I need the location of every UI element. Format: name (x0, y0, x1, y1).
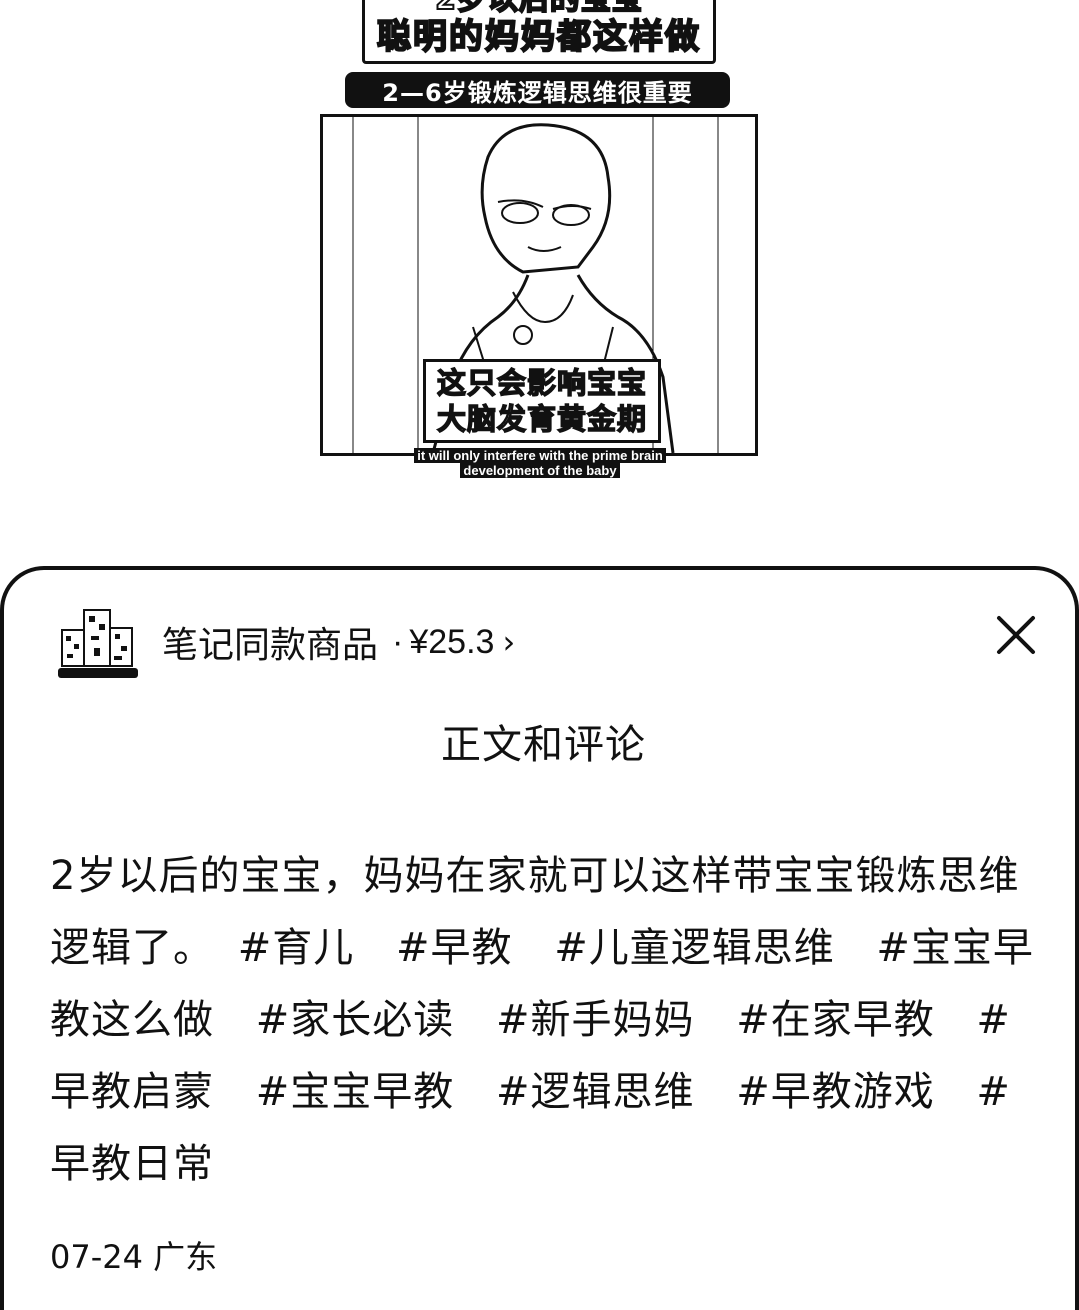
post-text: 2岁以后的宝宝，妈妈在家就可以这样带宝宝锻炼思维逻辑了。 (50, 853, 1020, 971)
hashtag-link[interactable]: #家长必读 (256, 997, 455, 1043)
hashtag-link[interactable]: #儿童逻辑思维 (554, 925, 835, 971)
hashtag-link[interactable]: #在家早教 (736, 997, 935, 1043)
post-meta: 07-24 广东 (50, 1232, 217, 1278)
product-price: ¥25.3 (409, 622, 495, 661)
hashtag-link[interactable]: #新手妈妈 (496, 997, 695, 1043)
video-title-box: 2岁以后的宝宝 聪明的妈妈都这样做 (362, 0, 716, 64)
video-caption-box: 这只会影响宝宝 大脑发育黄金期 (423, 359, 661, 443)
post-location: 广东 (153, 1238, 218, 1276)
post-content: 2岁以后的宝宝，妈妈在家就可以这样带宝宝锻炼思维逻辑了。 #育儿 #早教 #儿童… (50, 840, 1040, 1200)
hashtag-link[interactable]: #早教游戏 (736, 1069, 935, 1115)
hashtag-link[interactable]: #早教 (396, 925, 513, 971)
post-date: 07-24 (50, 1238, 143, 1276)
comments-sheet: 笔记同款商品 · ¥25.3 › 正文和评论 2岁以后的宝宝，妈妈在家就可以这样… (0, 566, 1079, 1310)
video-frame-photo: 这只会影响宝宝 大脑发育黄金期 (320, 114, 758, 456)
product-thumbnail-icon (58, 604, 138, 680)
hashtag-link[interactable]: #育儿 (238, 925, 355, 971)
video-player[interactable]: 2岁以后的宝宝 聪明的妈妈都这样做 2—6岁锻炼逻辑思维很重要 (0, 0, 1079, 575)
note-detail-screen: 2岁以后的宝宝 聪明的妈妈都这样做 2—6岁锻炼逻辑思维很重要 (0, 0, 1079, 1310)
video-subtitle-banner: 2—6岁锻炼逻辑思维很重要 (345, 72, 730, 108)
related-product-link[interactable]: 笔记同款商品 · ¥25.3 › (58, 602, 1018, 682)
english-subtitle: it will only interfere with the prime br… (380, 448, 700, 478)
product-label: 笔记同款商品 (162, 625, 379, 666)
chevron-right-icon: › (502, 623, 516, 661)
video-title-line-1: 2岁以后的宝宝 (434, 0, 643, 18)
english-subtitle-line-1: it will only interfere with the prime br… (414, 448, 666, 463)
video-caption-line-2: 大脑发育黄金期 (436, 401, 647, 436)
video-caption-line-1: 这只会影响宝宝 (436, 365, 647, 400)
close-icon[interactable] (995, 614, 1037, 656)
product-separator: · (392, 622, 404, 661)
hashtag-link[interactable]: #逻辑思维 (496, 1069, 695, 1115)
section-heading: 正文和评论 (441, 722, 646, 768)
video-title-line-2: 聪明的妈妈都这样做 (376, 16, 701, 58)
video-subtitle-text: 2—6岁锻炼逻辑思维很重要 (382, 78, 693, 107)
hashtag-link[interactable]: #宝宝早教 (256, 1069, 455, 1115)
english-subtitle-line-2: development of the baby (460, 463, 620, 478)
